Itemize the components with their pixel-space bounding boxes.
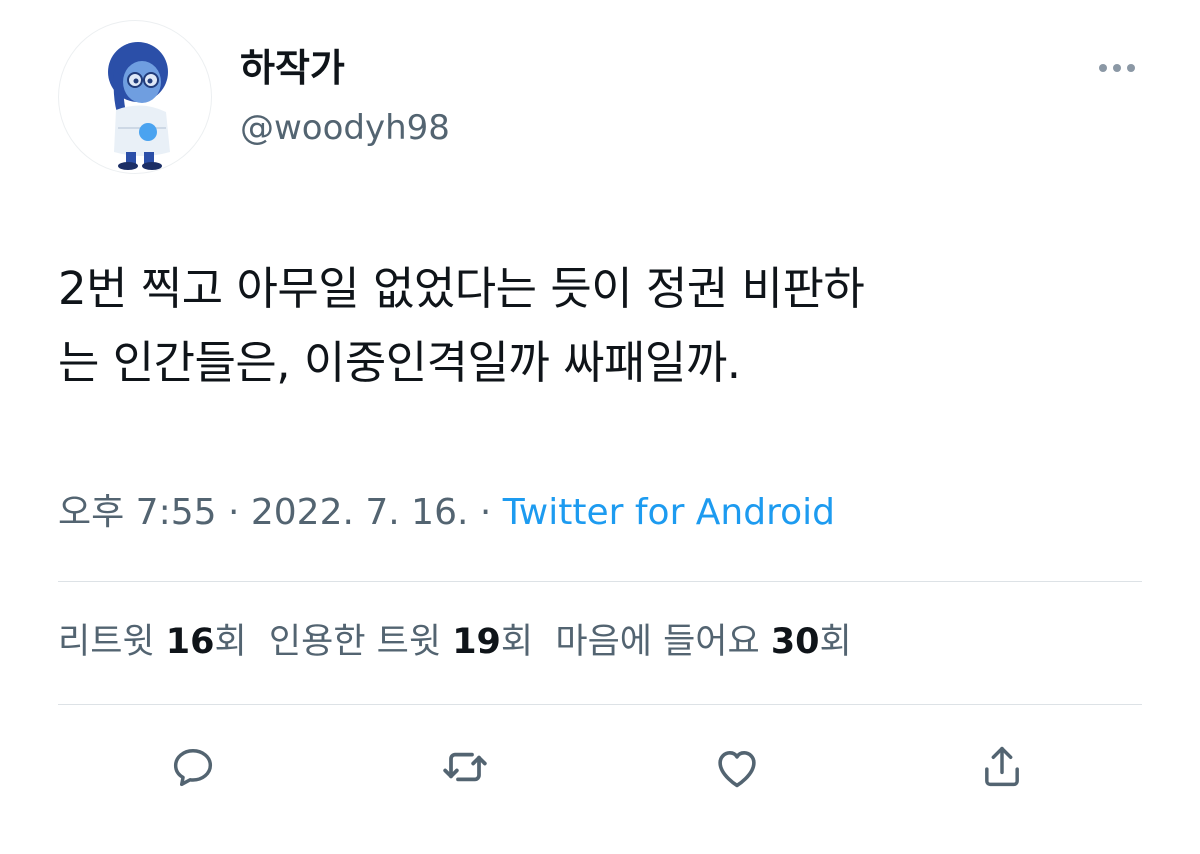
retweets-stat[interactable]: 리트윗 16회 [58,622,247,662]
more-options-button[interactable] [1094,54,1140,82]
quotes-suffix: 회 [500,622,534,662]
tweet-text-line: 2번 찍고 아무일 없었다는 듯이 정권 비판하 [58,262,865,315]
retweets-count: 16 [165,622,215,662]
quotes-count: 19 [452,622,501,662]
tweet-text-line: 는 인간들은, 이중인격일까 싸패일까. [58,336,741,389]
tweet-meta: 오후 7:55 · 2022. 7. 16. · Twitter for And… [58,490,835,536]
avatar[interactable] [58,20,212,174]
tweet-text: 2번 찍고 아무일 없었다는 듯이 정권 비판하 는 인간들은, 이중인격일까 … [58,252,1148,400]
like-button[interactable] [702,732,772,802]
meta-separator: · [216,492,251,533]
tweet-stats: 리트윗 16회 인용한 트윗 19회 마음에 들어요 30회 [58,620,852,664]
avatar-image [108,42,170,170]
author-handle[interactable]: @woodyh98 [240,108,450,148]
share-icon [985,746,1019,787]
quotes-stat[interactable]: 인용한 트윗 19회 [269,622,533,662]
reply-icon [173,749,213,787]
retweets-suffix: 회 [214,622,247,662]
tweet-time[interactable]: 오후 7:55 [58,492,217,533]
retweet-button[interactable] [430,732,500,802]
divider [58,704,1142,705]
retweets-label: 리트윗 [58,622,166,662]
like-icon [718,751,756,788]
more-dots-icon [1099,64,1135,72]
likes-stat[interactable]: 마음에 들어요 30회 [555,622,851,662]
author-display-name[interactable]: 하작가 [240,46,345,90]
quotes-label: 인용한 트윗 [268,622,453,662]
share-button[interactable] [967,732,1037,802]
tweet-action-bar [0,732,1200,802]
retweet-icon [443,752,487,782]
tweet-date[interactable]: 2022. 7. 16. [251,492,469,533]
likes-label: 마음에 들어요 [555,622,771,662]
reply-button[interactable] [158,732,228,802]
divider [58,581,1142,582]
meta-separator: · [468,492,503,533]
likes-count: 30 [770,622,820,662]
tweet-source-link[interactable]: Twitter for Android [503,492,835,533]
likes-suffix: 회 [819,622,852,662]
